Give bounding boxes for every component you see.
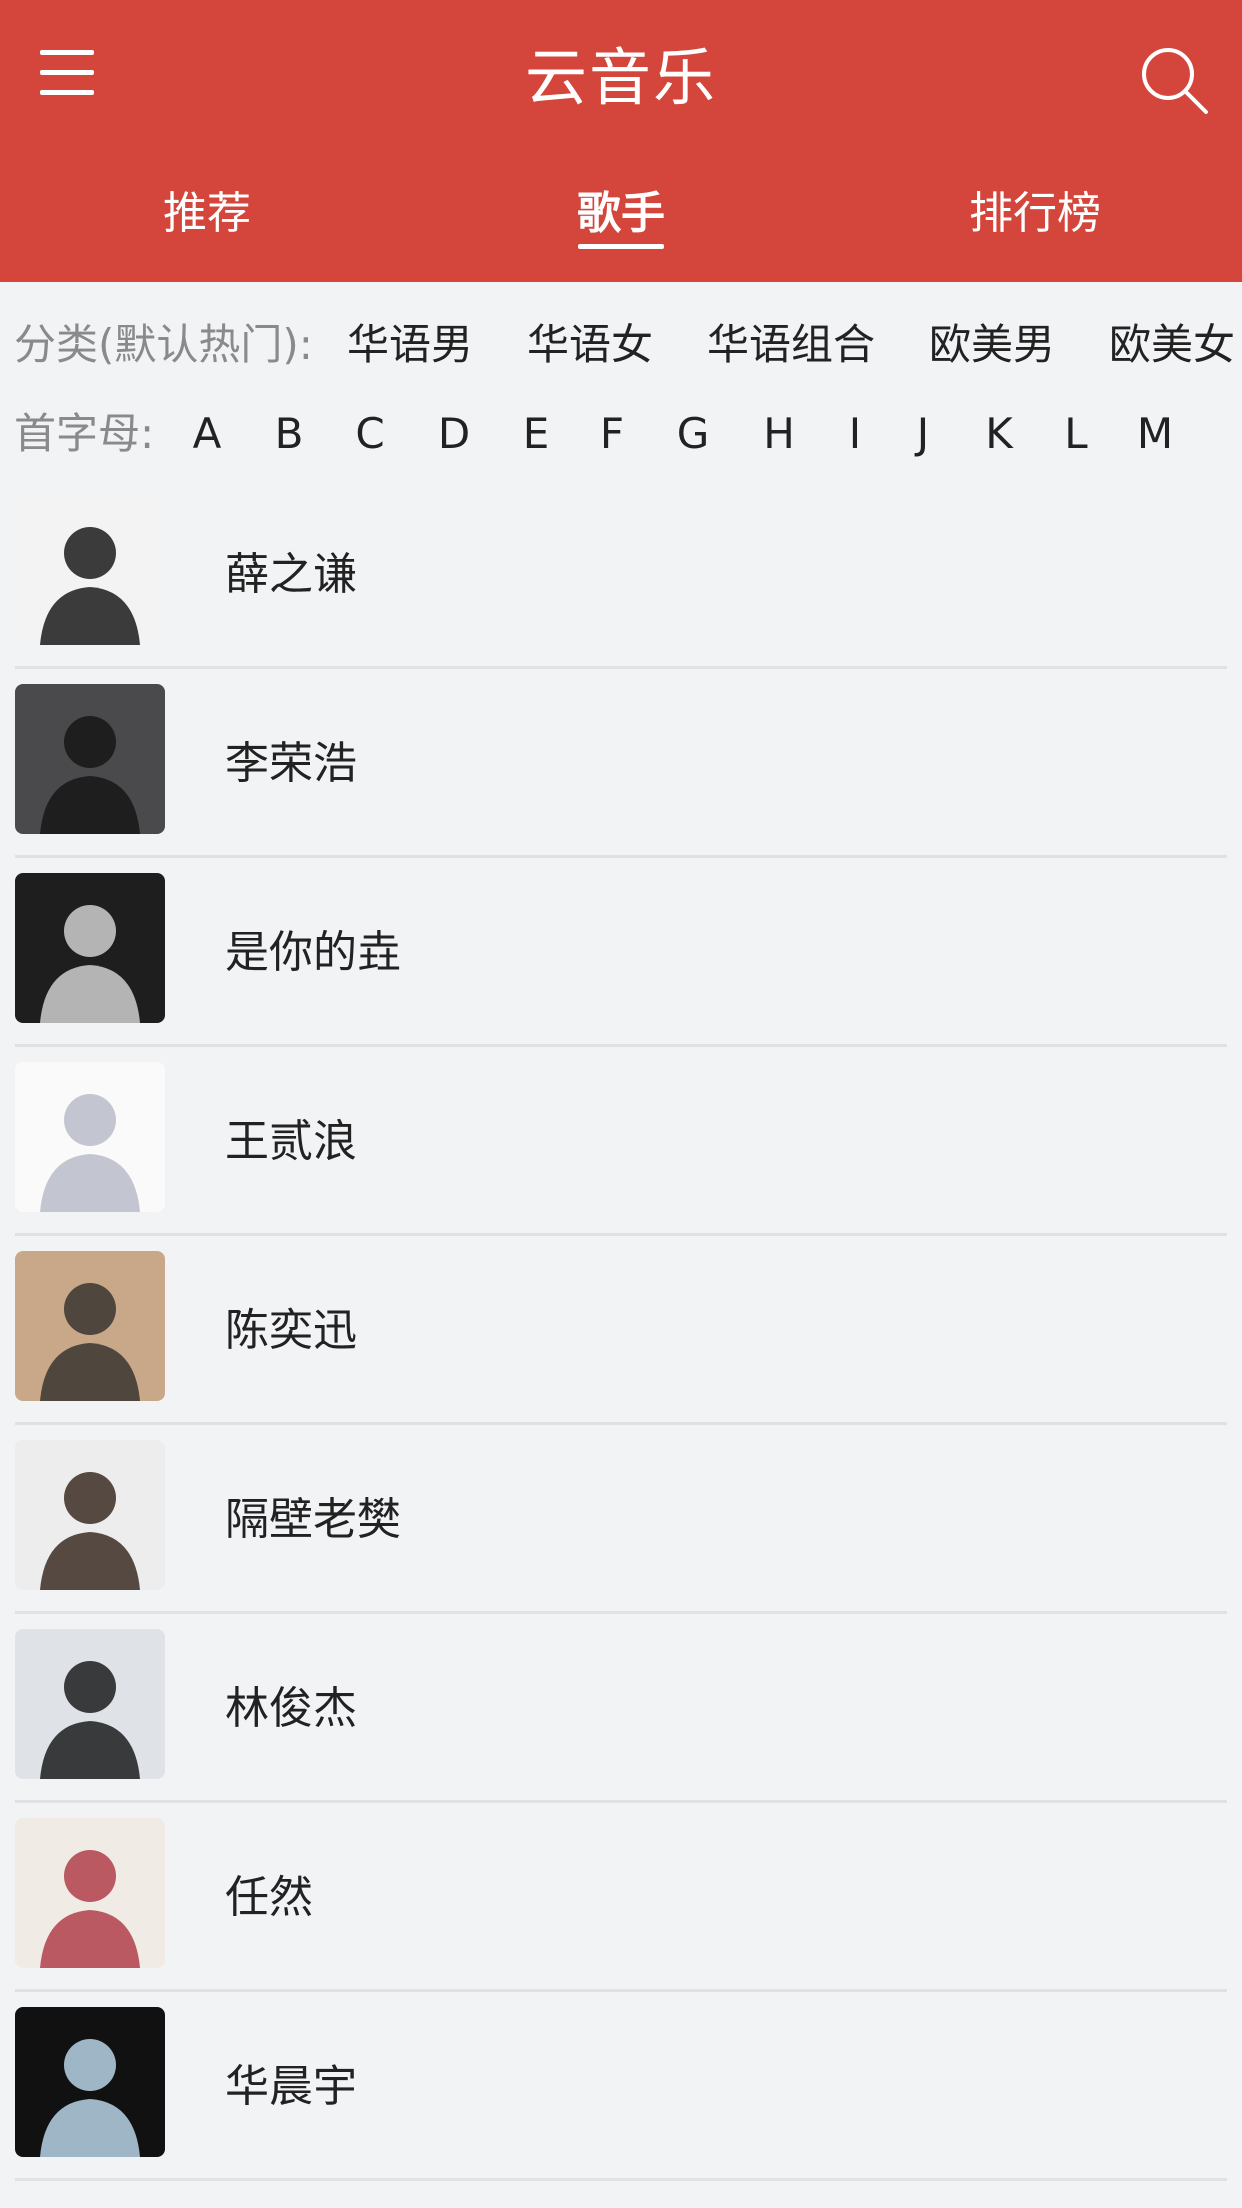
artist-row[interactable]: 任然 xyxy=(0,1803,1242,1992)
artist-avatar[interactable] xyxy=(15,2007,165,2157)
artist-name: 林俊杰 xyxy=(225,1683,357,1734)
letter-h[interactable]: H xyxy=(749,404,809,464)
letter-m[interactable]: M xyxy=(1125,404,1185,464)
person-silhouette-icon xyxy=(15,1818,165,1968)
tab-charts[interactable]: 排行榜 xyxy=(905,186,1165,242)
letter-l[interactable]: L xyxy=(1046,404,1106,464)
category-option-western-male[interactable]: 欧美男 xyxy=(929,315,1055,375)
artist-avatar[interactable] xyxy=(15,873,165,1023)
person-silhouette-icon xyxy=(15,495,165,645)
artist-row[interactable]: 林俊杰 xyxy=(0,1614,1242,1803)
artist-name: 隔壁老樊 xyxy=(225,1494,401,1545)
tab-recommend[interactable]: 推荐 xyxy=(77,186,337,242)
artist-row[interactable]: 李荣浩 xyxy=(0,669,1242,858)
row-divider xyxy=(15,2178,1227,2181)
artist-row[interactable]: 华晨宇 xyxy=(0,1992,1242,2181)
letter-g[interactable]: G xyxy=(663,404,723,464)
artist-avatar[interactable] xyxy=(15,1818,165,1968)
category-filter-label: 分类(默认热门): xyxy=(14,320,313,369)
person-silhouette-icon xyxy=(15,2007,165,2157)
person-silhouette-icon xyxy=(15,684,165,834)
category-filter: 分类(默认热门): 华语男 华语女 华语组合 欧美男 欧美女 xyxy=(14,315,1242,375)
letter-f[interactable]: F xyxy=(582,404,642,464)
artist-row[interactable]: 陈奕迅 xyxy=(0,1236,1242,1425)
artist-row[interactable]: 王贰浪 xyxy=(0,1047,1242,1236)
app-header: 云音乐 推荐 歌手 排行榜 xyxy=(0,0,1242,282)
category-option-western-female[interactable]: 欧美女 xyxy=(1109,315,1235,375)
artist-name: 任然 xyxy=(225,1872,313,1923)
artist-name: 王贰浪 xyxy=(225,1116,357,1167)
artist-avatar[interactable] xyxy=(15,1440,165,1590)
person-silhouette-icon xyxy=(15,1251,165,1401)
initial-filter-label: 首字母: xyxy=(14,409,155,458)
artist-name: 李荣浩 xyxy=(225,738,357,789)
app-title: 云音乐 xyxy=(524,41,717,114)
artist-name: 华晨宇 xyxy=(225,2061,357,2112)
artist-avatar[interactable] xyxy=(15,495,165,645)
artist-avatar[interactable] xyxy=(15,1062,165,1212)
letter-c[interactable]: C xyxy=(340,404,400,464)
initial-letter-filter: 首字母: A B C D E F G H I J K L M xyxy=(14,404,1242,464)
letter-d[interactable]: D xyxy=(424,404,484,464)
artist-name: 薛之谦 xyxy=(225,549,357,600)
artist-avatar[interactable] xyxy=(15,1251,165,1401)
active-tab-indicator xyxy=(578,244,664,249)
letter-e[interactable]: E xyxy=(506,404,566,464)
artist-avatar[interactable] xyxy=(15,684,165,834)
letter-j[interactable]: J xyxy=(893,404,953,464)
category-option-chinese-female[interactable]: 华语女 xyxy=(527,315,653,375)
person-silhouette-icon xyxy=(15,873,165,1023)
artist-row[interactable]: 薛之谦 xyxy=(0,480,1242,669)
artist-avatar[interactable] xyxy=(15,1629,165,1779)
person-silhouette-icon xyxy=(15,1440,165,1590)
person-silhouette-icon xyxy=(15,1629,165,1779)
letter-i[interactable]: I xyxy=(825,404,885,464)
person-silhouette-icon xyxy=(15,1062,165,1212)
letter-a[interactable]: A xyxy=(177,404,237,464)
artist-name: 陈奕迅 xyxy=(225,1305,357,1356)
letter-k[interactable]: K xyxy=(969,404,1029,464)
letter-b[interactable]: B xyxy=(259,404,319,464)
artist-list: 薛之谦李荣浩是你的垚王贰浪陈奕迅隔壁老樊林俊杰任然华晨宇 xyxy=(0,480,1242,2181)
search-icon[interactable] xyxy=(1138,44,1210,116)
artist-row[interactable]: 是你的垚 xyxy=(0,858,1242,1047)
artist-name: 是你的垚 xyxy=(225,927,401,978)
category-option-chinese-group[interactable]: 华语组合 xyxy=(707,315,875,375)
artist-row[interactable]: 隔壁老樊 xyxy=(0,1425,1242,1614)
tab-singers[interactable]: 歌手 xyxy=(491,186,751,242)
category-option-chinese-male[interactable]: 华语男 xyxy=(347,315,473,375)
